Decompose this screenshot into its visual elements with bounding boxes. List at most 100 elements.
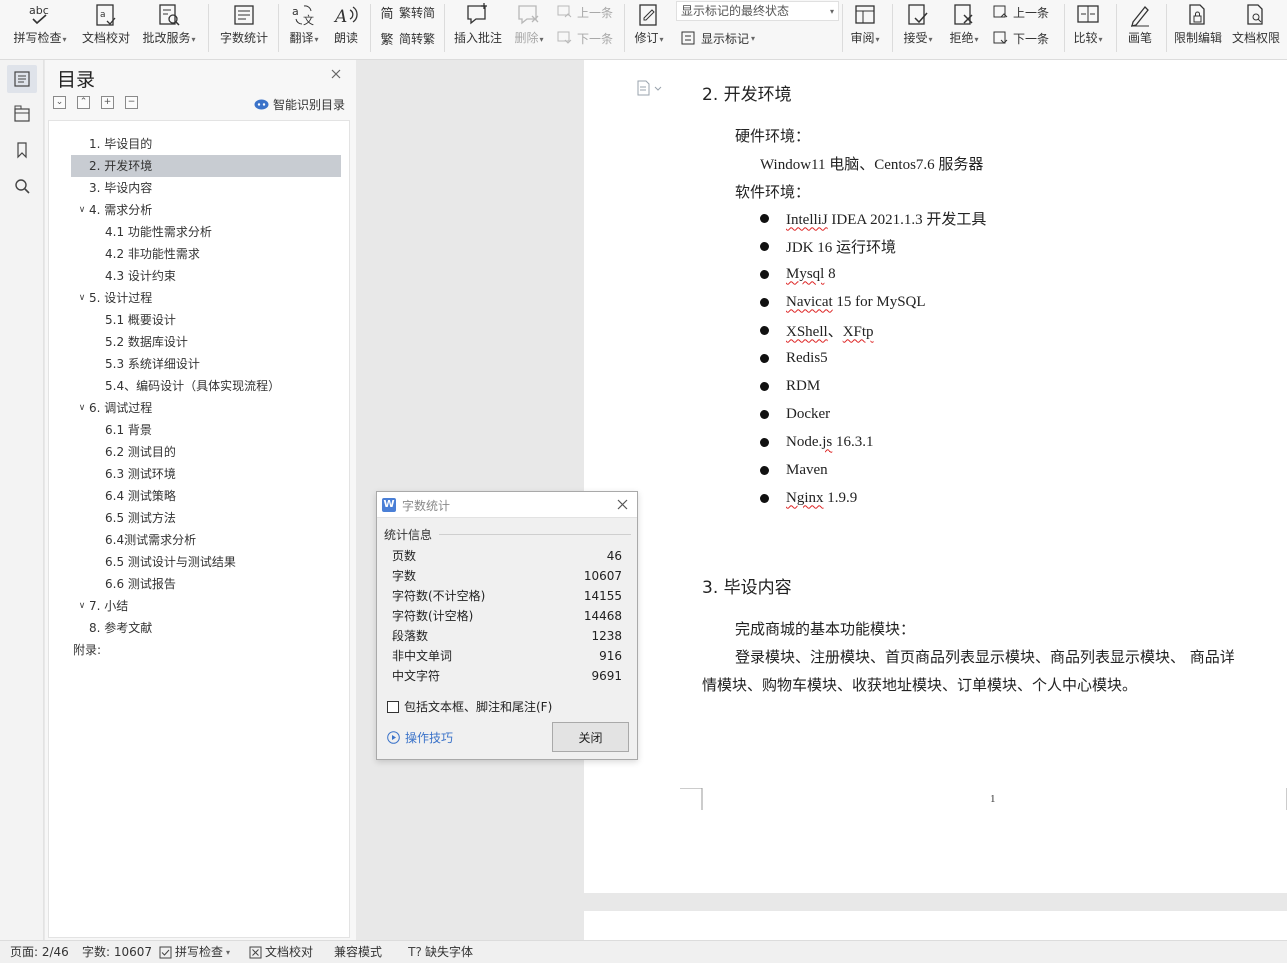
hardware-label: 硬件环境： xyxy=(735,127,811,145)
doc-permission-icon xyxy=(1244,0,1268,30)
status-doc-proofread[interactable]: 文档校对 xyxy=(248,941,313,963)
expand-toggle-icon[interactable]: ∨ xyxy=(77,199,87,221)
toc-item[interactable]: 1. 毕设目的 xyxy=(71,133,341,155)
stat-label: 字数 xyxy=(392,569,417,583)
tips-link[interactable]: 操作技巧 xyxy=(387,729,453,746)
toc-item[interactable]: 5.3 系统详细设计 xyxy=(71,353,341,375)
toc-item[interactable]: 4.1 功能性需求分析 xyxy=(71,221,341,243)
toc-item[interactable]: 6.4测试需求分析 xyxy=(71,529,341,551)
restrict-edit-button[interactable]: 限制编辑 xyxy=(1170,0,1226,52)
ribbon-separator xyxy=(1116,4,1117,52)
toc-item[interactable]: 6.2 测试目的 xyxy=(71,441,341,463)
doc-permission-button[interactable]: 文档权限 xyxy=(1228,0,1284,52)
toc-item[interactable]: 6.1 背景 xyxy=(71,419,341,441)
smart-detect-toc-button[interactable]: 智能识别目录 xyxy=(254,96,345,113)
toc-item[interactable]: 6.6 测试报告 xyxy=(71,573,341,595)
toc-item-label: 6.3 测试环境 xyxy=(105,467,176,481)
software-item-text: RDM xyxy=(786,377,821,394)
word-count-button[interactable]: 字数统计 xyxy=(216,0,272,52)
svg-text:A: A xyxy=(333,7,347,27)
toc-item-label: 6.2 测试目的 xyxy=(105,445,176,459)
page-indicator[interactable]: 页面: 2/46 xyxy=(10,941,69,963)
insert-comment-icon xyxy=(465,0,491,30)
doc-proofread-icon: a xyxy=(94,0,118,30)
spell-check-button[interactable]: abc 拼写检查▾ xyxy=(8,0,72,52)
toc-item[interactable]: 附录: xyxy=(71,639,341,661)
prev-comment-icon xyxy=(556,4,574,20)
paragraph-options-icon[interactable] xyxy=(636,80,666,96)
doc-proofread-button[interactable]: a 文档校对 xyxy=(78,0,134,52)
markup-state-select[interactable]: 显示标记的最终状态 ▾ xyxy=(676,1,839,21)
smart-detect-icon xyxy=(254,99,269,110)
section-nav-icon[interactable] xyxy=(7,100,37,128)
expand-toggle-icon[interactable]: ∨ xyxy=(77,595,87,617)
toc-item[interactable]: 5.1 概要设计 xyxy=(71,309,341,331)
insert-comment-button[interactable]: 插入批注 xyxy=(450,0,506,52)
toc-item[interactable]: ∨ 5. 设计过程 xyxy=(71,287,341,309)
reject-button[interactable]: 拒绝▾ xyxy=(944,0,984,52)
collapse-all-icon[interactable]: − xyxy=(125,96,138,109)
toc-list: 1. 毕设目的 2. 开发环境 3. 毕设内容 ∨ 4. 需求分析 4.1 功能性需求分析… xyxy=(48,120,350,938)
toc-title: 目录 xyxy=(57,69,96,91)
dialog-titlebar[interactable]: W 字数统计 xyxy=(377,492,637,518)
to-simplified-icon: 简 xyxy=(380,6,394,22)
next-comment-button[interactable]: 下一条 xyxy=(556,28,613,48)
next-change-button[interactable]: 下一条 xyxy=(992,28,1049,48)
show-markup-icon xyxy=(680,30,698,46)
expand-toggle-icon[interactable]: ∨ xyxy=(77,397,87,419)
compat-mode-indicator[interactable]: 兼容模式 xyxy=(334,941,382,963)
pen-icon xyxy=(1127,0,1153,30)
translate-button[interactable]: a文 翻译▾ xyxy=(284,0,324,52)
toc-item[interactable]: 4.2 非功能性需求 xyxy=(71,243,341,265)
collapse-up-icon[interactable]: ⌃ xyxy=(77,96,90,109)
stat-row: 字符数(计空格) 14468 xyxy=(392,606,622,626)
bullet-icon xyxy=(760,465,769,475)
software-list-item: RDM xyxy=(760,376,820,396)
toc-icon[interactable] xyxy=(7,65,37,93)
missing-font-indicator[interactable]: T? 缺失字体 xyxy=(408,941,473,963)
close-icon[interactable] xyxy=(616,498,629,511)
revision-service-button[interactable]: 批改服务▾ xyxy=(138,0,200,52)
read-aloud-button[interactable]: A 朗读 xyxy=(328,0,364,52)
toc-item[interactable]: ∨ 4. 需求分析 xyxy=(71,199,341,221)
toc-item[interactable]: 3. 毕设内容 xyxy=(71,177,341,199)
to-traditional-button[interactable]: 繁 简转繁 xyxy=(378,28,435,48)
toc-item-label: 7. 小结 xyxy=(89,599,129,613)
toc-item[interactable]: 6.3 测试环境 xyxy=(71,463,341,485)
prev-comment-button[interactable]: 上一条 xyxy=(556,2,613,22)
word-count-indicator[interactable]: 字数: 10607 xyxy=(82,941,152,963)
include-textbox-checkbox[interactable]: 包括文本框、脚注和尾注(F) xyxy=(387,698,552,715)
toc-item[interactable]: 6.4 测试策略 xyxy=(71,485,341,507)
toc-item[interactable]: 2. 开发环境 xyxy=(71,155,341,177)
show-markup-button[interactable]: 显示标记 ▾ xyxy=(680,28,755,48)
prev-change-button[interactable]: 上一条 xyxy=(992,2,1049,22)
reject-icon xyxy=(952,0,976,30)
toc-item[interactable]: ∨ 6. 调试过程 xyxy=(71,397,341,419)
expand-toggle-icon[interactable]: ∨ xyxy=(77,287,87,309)
delete-comment-button[interactable]: 删除▾ xyxy=(510,0,548,52)
software-list-item: IntelliJ IDEA 2021.1.3 开发工具 xyxy=(760,208,986,228)
toc-item[interactable]: 5.4、编码设计（具体实现流程） xyxy=(71,375,341,397)
to-simplified-button[interactable]: 简 繁转简 xyxy=(378,2,435,22)
pen-button[interactable]: 画笔 xyxy=(1120,0,1160,52)
toc-item[interactable]: 6.5 测试方法 xyxy=(71,507,341,529)
close-icon[interactable] xyxy=(329,67,343,81)
toc-item[interactable]: ∨ 7. 小结 xyxy=(71,595,341,617)
toc-item[interactable]: 4.3 设计约束 xyxy=(71,265,341,287)
track-changes-button[interactable]: 修订▾ xyxy=(630,0,668,52)
ribbon-separator xyxy=(208,4,209,52)
toc-item[interactable]: 6.5 测试设计与测试结果 xyxy=(71,551,341,573)
paragraph-intro: 完成商城的基本功能模块： xyxy=(735,620,916,638)
toc-item[interactable]: 8. 参考文献 xyxy=(71,617,341,639)
expand-all-icon[interactable]: + xyxy=(101,96,114,109)
close-button[interactable]: 关闭 xyxy=(552,722,629,752)
review-pane-button[interactable]: 审阅▾ xyxy=(846,0,884,52)
review-pane-icon xyxy=(853,0,877,30)
search-icon[interactable] xyxy=(7,172,37,200)
toc-item[interactable]: 5.2 数据库设计 xyxy=(71,331,341,353)
bookmark-icon[interactable] xyxy=(7,136,37,164)
status-spell-check[interactable]: 拼写检查 ▾ xyxy=(158,941,230,963)
collapse-down-icon[interactable]: ⌄ xyxy=(53,96,66,109)
accept-button[interactable]: 接受▾ xyxy=(898,0,938,52)
compare-button[interactable]: 比较▾ xyxy=(1068,0,1108,52)
